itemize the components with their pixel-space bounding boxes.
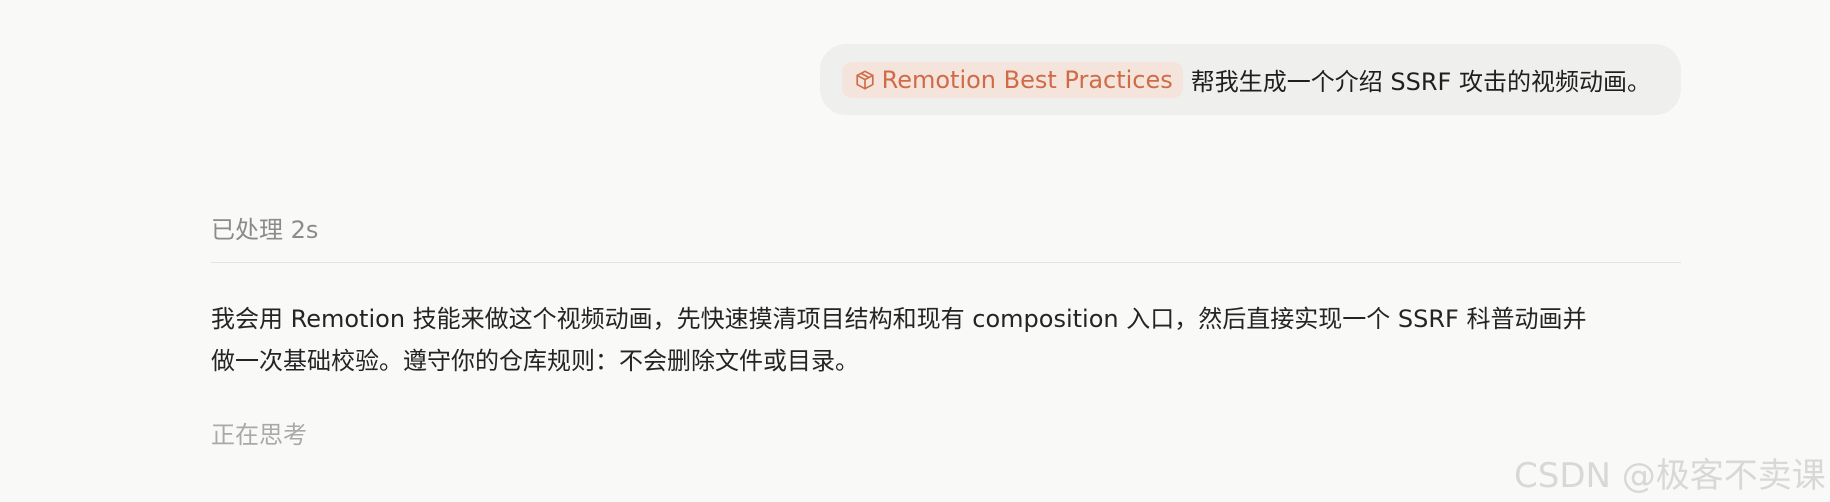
user-message-text: 帮我生成一个介绍 SSRF 攻击的视频动画。	[1190, 68, 1651, 96]
skill-chip-label: Remotion Best Practices	[881, 65, 1173, 94]
cube-icon	[854, 69, 876, 91]
assistant-response-line: 我会用 Remotion 技能来做这个视频动画，先快速摸清项目结构和现有 com…	[211, 305, 1587, 333]
watermark: CSDN @极客不卖课	[1514, 456, 1826, 496]
skill-chip[interactable]: Remotion Best Practices	[841, 61, 1183, 98]
thinking-indicator: 正在思考	[211, 421, 307, 449]
processing-status[interactable]: 已处理 2s	[211, 210, 318, 245]
assistant-response: 我会用 Remotion 技能来做这个视频动画，先快速摸清项目结构和现有 com…	[211, 298, 1691, 382]
assistant-response-line: 做一次基础校验。遵守你的仓库规则：不会删除文件或目录。	[211, 347, 859, 375]
divider	[211, 262, 1681, 263]
chat-page: Remotion Best Practices 帮我生成一个介绍 SSRF 攻击…	[0, 0, 1830, 502]
user-message-bubble: Remotion Best Practices 帮我生成一个介绍 SSRF 攻击…	[819, 44, 1681, 115]
